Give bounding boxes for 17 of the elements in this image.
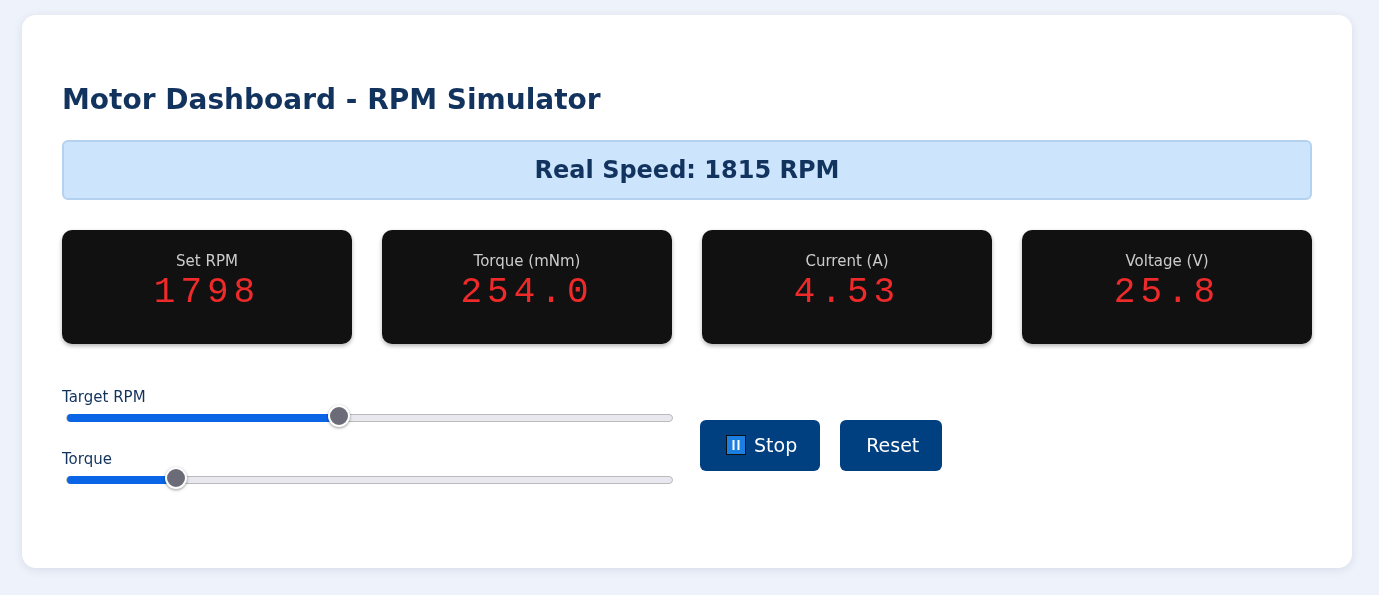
stop-button[interactable]: Stop	[700, 419, 821, 471]
pause-icon	[726, 435, 746, 455]
metric-label: Set RPM	[176, 252, 238, 270]
metric-value: 1798	[153, 272, 261, 313]
slider-thumb[interactable]	[164, 467, 187, 489]
metric-label: Voltage (V)	[1125, 252, 1209, 270]
metric-value: 254.0	[460, 272, 594, 313]
dashboard-title: Motor Dashboard - RPM Simulator	[62, 82, 602, 118]
reset-button[interactable]: Reset	[840, 419, 943, 471]
metric-value: 4.53	[793, 272, 901, 313]
slider-label: Target RPM	[62, 388, 147, 406]
speed-banner: Real Speed: 1815 RPM	[62, 140, 1312, 200]
metric-value: 25.8	[1113, 272, 1221, 313]
slider-thumb[interactable]	[328, 405, 351, 427]
slider-label: Torque	[62, 450, 113, 468]
metric-label: Torque (mNm)	[473, 252, 581, 270]
metric-label: Current (A)	[805, 252, 889, 270]
